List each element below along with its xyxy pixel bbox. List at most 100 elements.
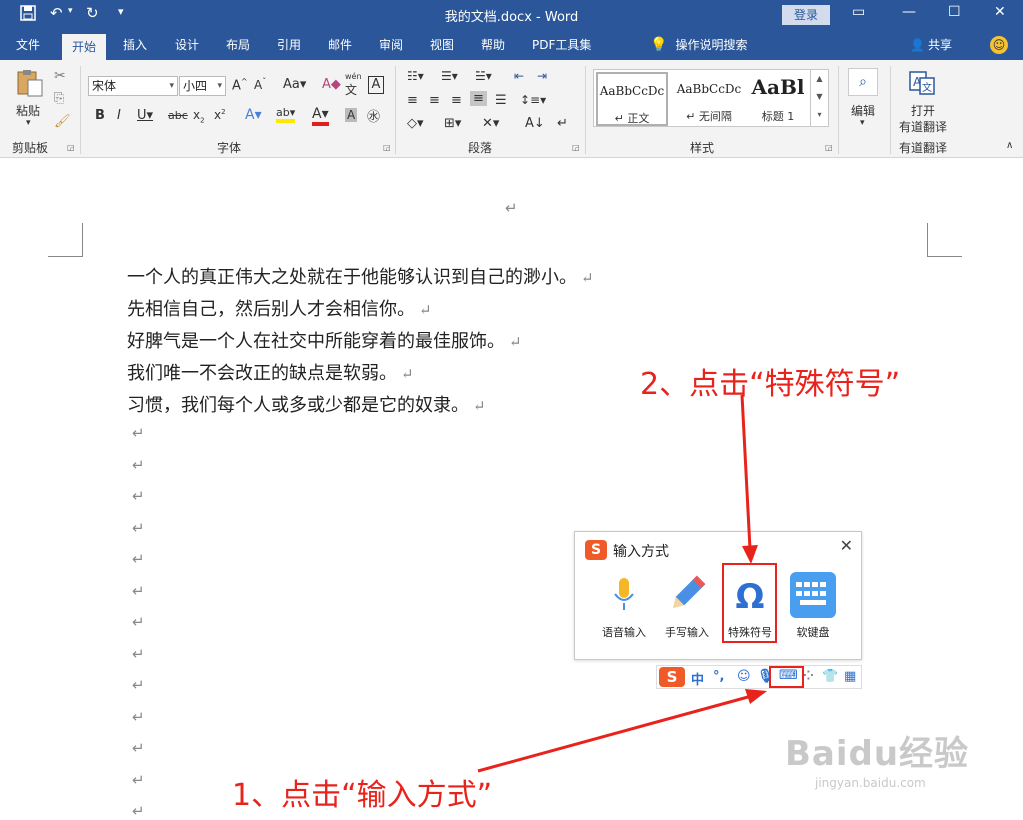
font-name-value: 宋体 — [92, 79, 117, 93]
tab-pdf-tools[interactable]: PDF工具集 — [532, 30, 591, 60]
style-heading-1[interactable]: AaBl 标题 1 — [748, 72, 808, 126]
login-button[interactable]: 登录 — [782, 5, 830, 25]
share-button[interactable]: 👤 共享 — [910, 30, 952, 60]
paste-button[interactable]: 粘贴 — [16, 102, 40, 119]
title-bar: ↶ ▾ ↻ ▾ 我的文档.docx - Word 登录 ▭ — ☐ ✕ — [0, 0, 1023, 30]
font-launcher-icon[interactable]: ◲ — [383, 143, 391, 152]
shrink-font-icon[interactable]: Aˇ — [254, 77, 266, 92]
line-text: 好脾气是一个人在社交中所能穿着的最佳服饰。 — [127, 331, 505, 352]
grow-font-icon[interactable]: A^ — [232, 77, 248, 93]
collapse-ribbon-icon[interactable]: ∧ — [1006, 140, 1013, 151]
align-center-icon[interactable]: ≡ — [429, 93, 440, 108]
increase-indent-icon[interactable]: ⇥ — [537, 69, 547, 83]
styles-launcher-icon[interactable]: ◲ — [825, 143, 833, 152]
tab-references[interactable]: 引用 — [277, 30, 301, 60]
editing-dropdown-icon[interactable]: ▾ — [860, 118, 865, 128]
borders-icon[interactable]: ⊞▾ — [444, 116, 461, 131]
punctuation-toggle[interactable]: °, — [713, 669, 724, 684]
voice-input-button[interactable]: 语音输入 — [593, 572, 655, 642]
styles-scroll[interactable]: ▲ ▼ ▾ — [810, 70, 828, 126]
tab-review[interactable]: 审阅 — [379, 30, 403, 60]
change-case-icon[interactable]: Aa▾ — [283, 77, 306, 92]
ribbon-display-icon[interactable]: ▭ — [852, 4, 865, 20]
style-no-spacing[interactable]: AaBbCcDc ↵ 无间隔 — [670, 72, 748, 126]
justify-icon[interactable]: ≡ — [470, 91, 487, 106]
decrease-indent-icon[interactable]: ⇤ — [514, 69, 524, 83]
empty-paragraph-mark: ↵ — [132, 676, 145, 694]
font-size-combo[interactable]: 小四 ▾ — [179, 76, 226, 96]
chinese-layout-icon[interactable]: ✕▾ — [482, 116, 499, 131]
soft-keyboard-button[interactable]: 软键盘 — [782, 572, 844, 642]
subscript-icon[interactable]: x2 — [193, 108, 205, 124]
distributed-icon[interactable]: ☰ — [495, 93, 507, 108]
style-normal[interactable]: AaBbCcDc ↵ 正文 — [596, 72, 668, 126]
document-area[interactable]: ↵ 一个人的真正伟大之处就在于他能够认识到自己的渺小。 ↵ 先相信自己，然后别人才… — [0, 159, 1023, 820]
paragraph-launcher-icon[interactable]: ◲ — [572, 143, 580, 152]
tab-home[interactable]: 开始 — [62, 34, 107, 60]
style-sample: AaBbCcDc — [676, 82, 742, 96]
multilevel-list-icon[interactable]: ☱▾ — [475, 69, 492, 83]
sort-icon[interactable]: A↓ — [525, 116, 545, 131]
paste-icon[interactable] — [14, 68, 46, 98]
highlight-icon[interactable]: ab▾ — [276, 106, 296, 123]
italic-icon[interactable]: I — [117, 108, 121, 123]
paste-dropdown-icon[interactable]: ▾ — [26, 118, 31, 128]
dots-icon[interactable]: ⁘ — [803, 669, 814, 684]
editing-button[interactable]: 编辑 — [851, 102, 875, 119]
search-icon[interactable]: ⌕ — [848, 68, 878, 96]
underline-icon[interactable]: U▾ — [137, 108, 153, 123]
minimize-icon[interactable]: — — [902, 4, 916, 20]
cut-icon[interactable]: ✂ — [54, 68, 66, 84]
align-right-icon[interactable]: ≡ — [451, 93, 462, 108]
styles-group-label: 样式 — [690, 141, 715, 155]
font-color-icon[interactable]: A▾ — [312, 106, 329, 126]
group-divider — [80, 66, 81, 154]
tab-file[interactable]: 文件 — [16, 30, 40, 60]
align-left-icon[interactable]: ≡ — [407, 93, 418, 108]
shading-icon[interactable]: ◇▾ — [407, 116, 424, 131]
youdao-name-label[interactable]: 有道翻译 — [899, 118, 947, 135]
tab-insert[interactable]: 插入 — [123, 30, 147, 60]
group-divider — [585, 66, 586, 154]
tab-mailings[interactable]: 邮件 — [328, 30, 352, 60]
window-title: 我的文档.docx - Word — [444, 10, 579, 25]
keyboard-icon — [790, 572, 836, 618]
clipboard-launcher-icon[interactable]: ◲ — [67, 143, 75, 152]
youdao-open-label[interactable]: 打开 — [911, 102, 935, 119]
youdao-translate-icon[interactable]: A文 — [908, 70, 936, 96]
bullets-icon[interactable]: ☷▾ — [407, 69, 424, 83]
feedback-smiley-icon[interactable]: ☺ — [990, 36, 1008, 54]
numbering-icon[interactable]: ☰▾ — [441, 69, 458, 83]
close-icon[interactable]: ✕ — [840, 536, 853, 555]
tab-help[interactable]: 帮助 — [481, 30, 505, 60]
sogou-logo-icon[interactable]: S — [659, 667, 685, 687]
phonetic-guide-icon[interactable]: wén 文 — [345, 72, 362, 98]
tab-view[interactable]: 视图 — [430, 30, 454, 60]
toolbox-icon[interactable]: ▦ — [844, 669, 856, 684]
tab-layout[interactable]: 布局 — [226, 30, 250, 60]
enclose-characters-icon[interactable]: ㊌ — [367, 106, 380, 125]
tell-me-search[interactable]: 💡 操作说明搜索 — [650, 30, 747, 60]
bold-icon[interactable]: B — [95, 108, 105, 123]
group-divider — [838, 66, 839, 154]
format-painter-icon[interactable]: 🖌 — [54, 114, 71, 129]
close-icon[interactable]: ✕ — [994, 4, 1006, 20]
font-name-combo[interactable]: 宋体 ▾ — [88, 76, 178, 96]
character-shading-icon[interactable]: A — [345, 108, 358, 122]
line-spacing-icon[interactable]: ↕≡▾ — [520, 93, 546, 107]
tab-design[interactable]: 设计 — [175, 30, 199, 60]
strikethrough-icon[interactable]: abc — [168, 109, 188, 122]
handwriting-input-button[interactable]: 手写输入 — [656, 572, 718, 642]
skin-shirt-icon[interactable]: 👕 — [822, 669, 838, 684]
copy-icon[interactable]: ⎘ — [54, 91, 64, 106]
empty-paragraph-mark: ↵ — [132, 550, 145, 568]
chinese-mode-toggle[interactable]: 中 — [691, 669, 704, 688]
clear-formatting-icon[interactable]: A◆ — [322, 77, 341, 92]
show-marks-icon[interactable]: ↵ — [557, 116, 568, 131]
clipboard-group-label: 剪贴板 — [12, 141, 49, 155]
text-effects-icon[interactable]: A▾ — [245, 107, 262, 123]
character-border-icon[interactable]: A — [368, 76, 384, 94]
maximize-icon[interactable]: ☐ — [948, 4, 961, 20]
superscript-icon[interactable]: x2 — [214, 108, 226, 122]
emoji-icon[interactable]: ☺ — [737, 669, 751, 684]
